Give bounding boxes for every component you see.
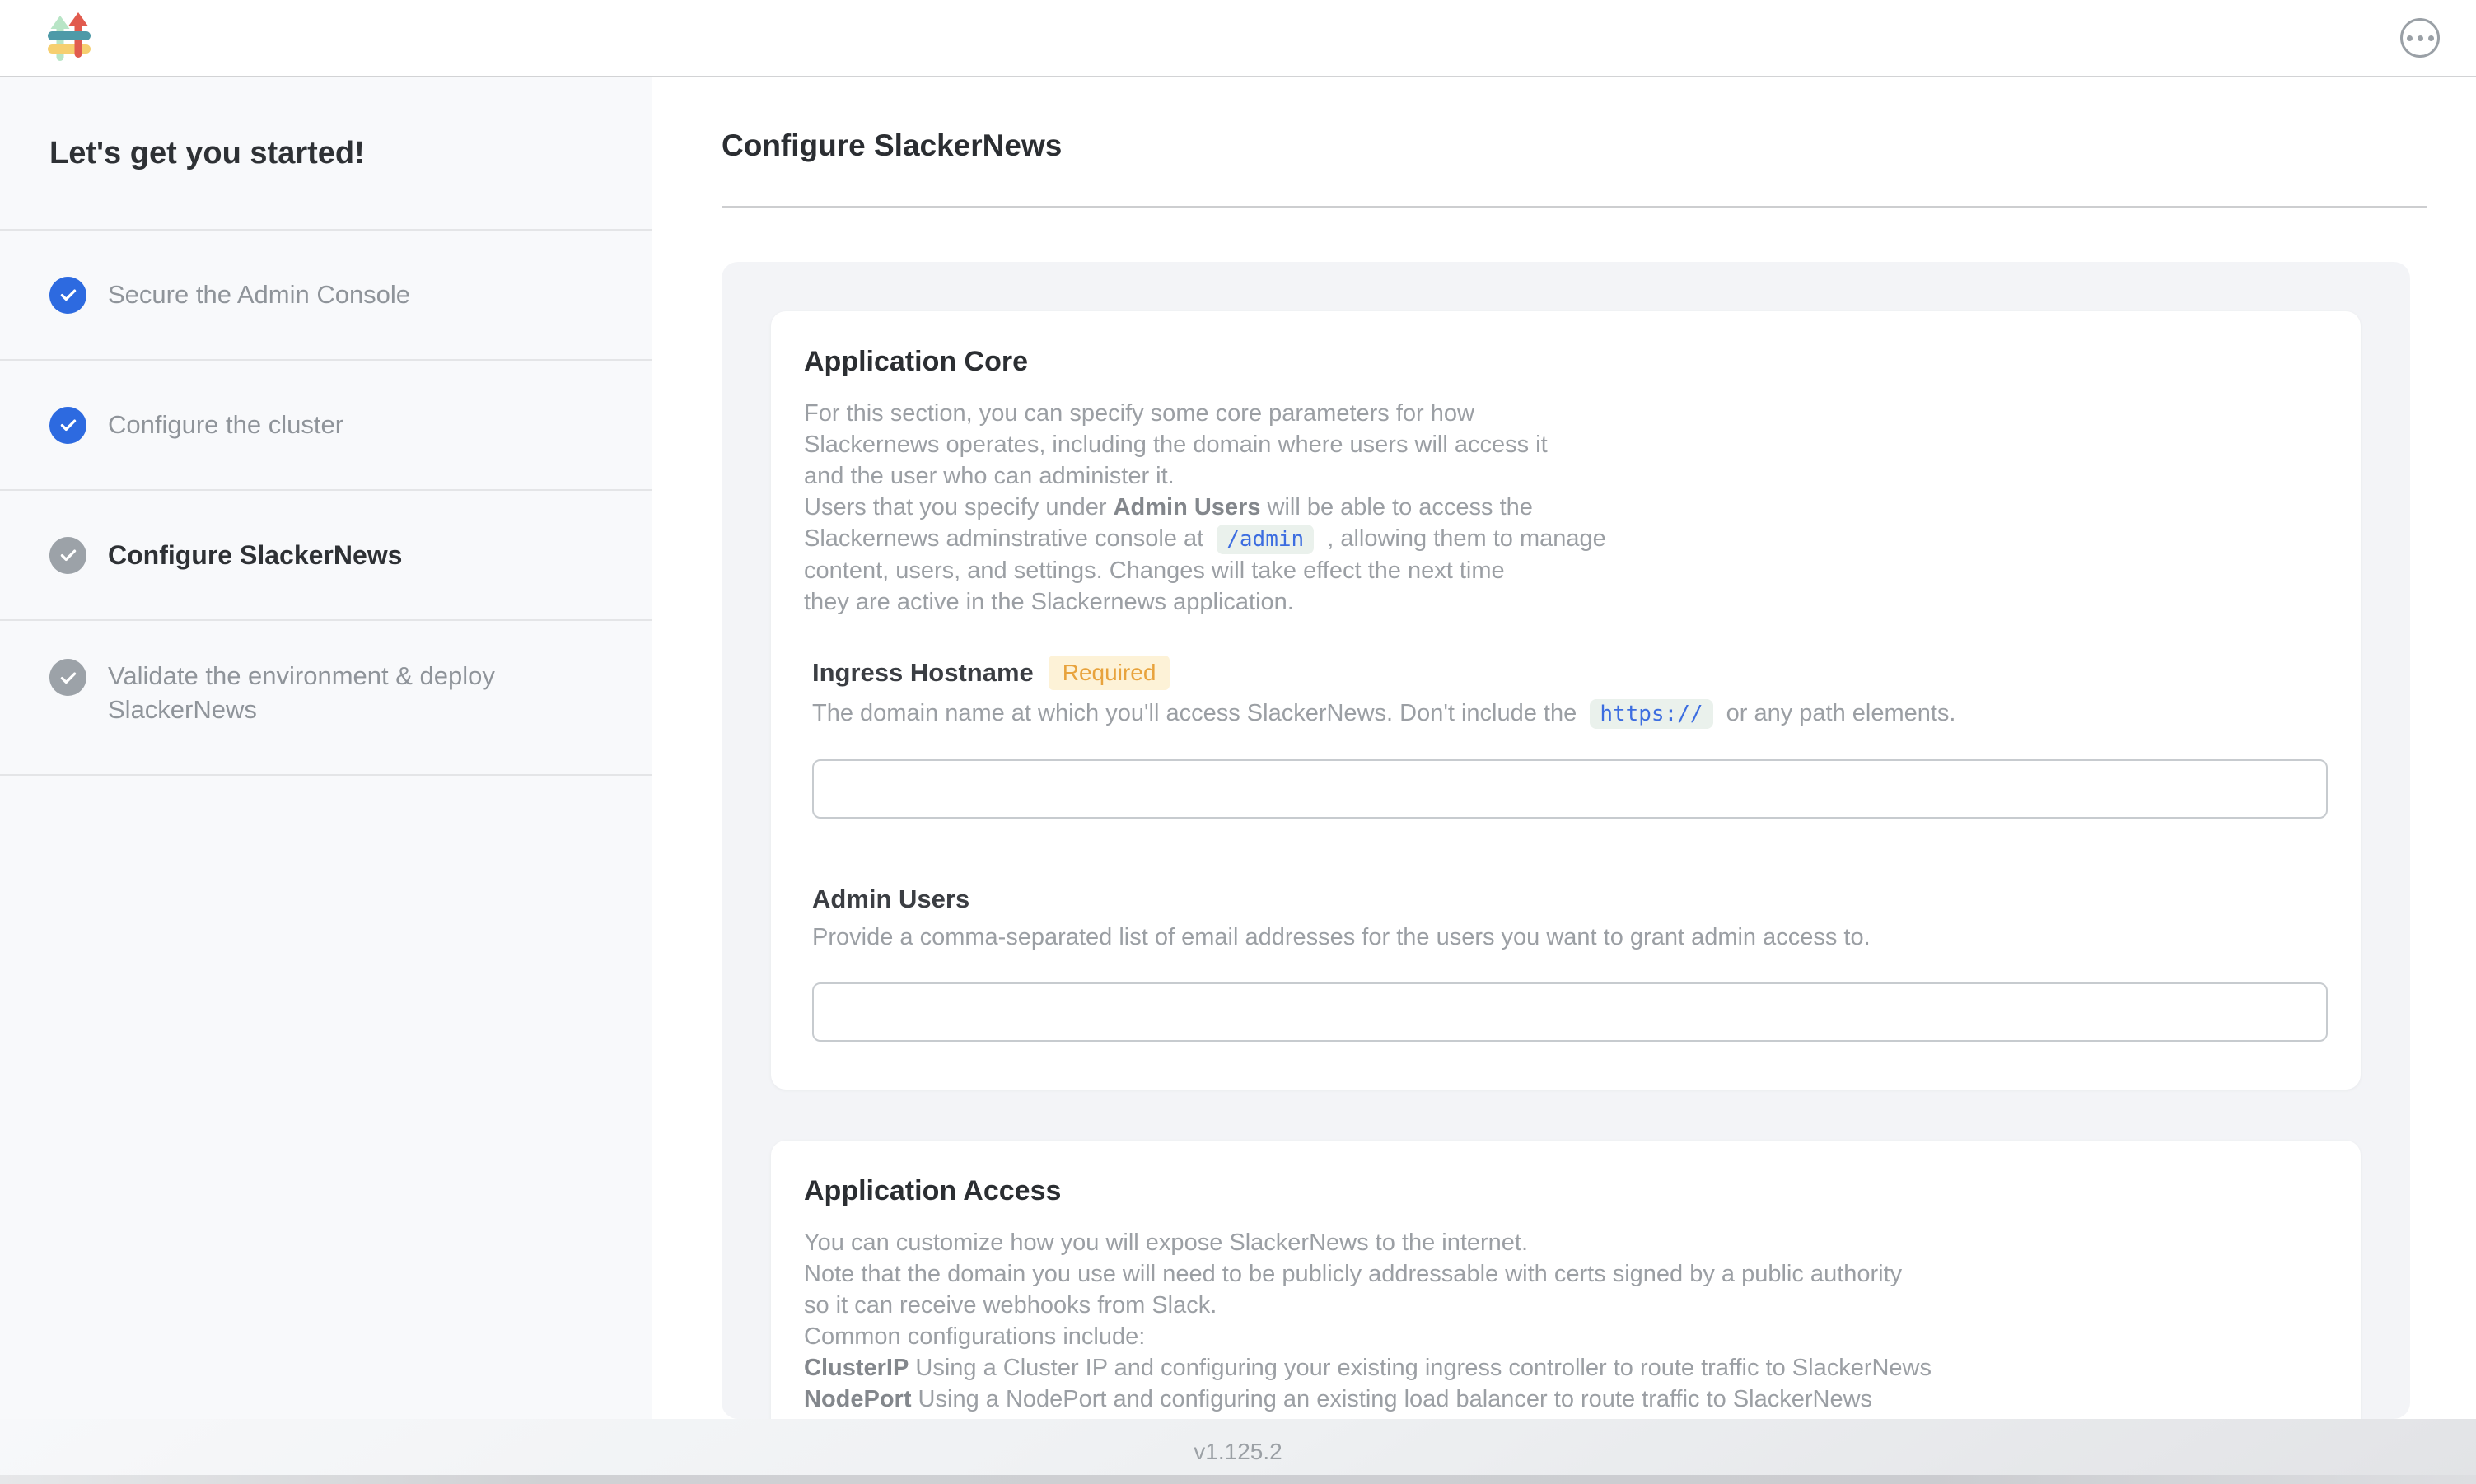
slackernews-logo-icon: [46, 12, 92, 64]
content-row: Let's get you started! Secure the Admin …: [0, 77, 2476, 1419]
ingress-hostname-field: Ingress Hostname Required The domain nam…: [804, 656, 2328, 819]
page-title: Configure SlackerNews: [722, 128, 2427, 163]
setup-steps-sidebar: Let's get you started! Secure the Admin …: [0, 77, 652, 1419]
field-label-row: Admin Users: [812, 884, 2328, 914]
admin-users-input[interactable]: [812, 982, 2328, 1042]
version-text: v1.125.2: [1194, 1439, 1282, 1465]
ingress-hostname-input[interactable]: [812, 759, 2328, 819]
step-label: Validate the environment & deploy Slacke…: [108, 659, 569, 726]
card-description: For this section, you can specify some c…: [804, 398, 2328, 618]
ingress-hostname-label: Ingress Hostname: [812, 658, 1034, 688]
top-bar: [0, 0, 2476, 77]
required-badge: Required: [1049, 656, 1170, 690]
card-description: You can customize how you will expose Sl…: [804, 1227, 2328, 1419]
application-access-card: Application Access You can customize how…: [771, 1141, 2361, 1419]
check-icon: [49, 277, 86, 314]
card-title: Application Core: [804, 346, 2328, 378]
check-icon: [49, 407, 86, 444]
step-label: Configure the cluster: [108, 410, 343, 440]
step-label: Secure the Admin Console: [108, 280, 410, 310]
field-label-row: Ingress Hostname Required: [812, 656, 2328, 690]
config-main-panel: Configure SlackerNews Application Core F…: [652, 77, 2476, 1419]
check-icon: [49, 537, 86, 574]
title-divider: [722, 206, 2427, 208]
version-footer: v1.125.2: [0, 1419, 2476, 1484]
sidebar-step-configure-cluster[interactable]: Configure the cluster: [0, 361, 652, 491]
sidebar-step-validate-and-deploy[interactable]: Validate the environment & deploy Slacke…: [0, 621, 652, 776]
page: Let's get you started! Secure the Admin …: [0, 0, 2476, 1484]
application-core-card: Application Core For this section, you c…: [771, 311, 2361, 1090]
admin-users-label: Admin Users: [812, 884, 969, 914]
sidebar-step-secure-admin-console[interactable]: Secure the Admin Console: [0, 231, 652, 361]
step-label: Configure SlackerNews: [108, 540, 402, 571]
ellipsis-menu-icon: [2407, 35, 2413, 41]
config-groups-container: Application Core For this section, you c…: [722, 262, 2410, 1419]
overflow-menu-button[interactable]: [2400, 18, 2440, 58]
sidebar-heading: Let's get you started!: [0, 77, 652, 231]
check-icon: [49, 659, 86, 696]
card-title: Application Access: [804, 1175, 2328, 1207]
ingress-hostname-help: The domain name at which you'll access S…: [812, 698, 2328, 730]
admin-users-help: Provide a comma-separated list of email …: [812, 922, 2328, 953]
sidebar-step-configure-slackernews[interactable]: Configure SlackerNews: [0, 491, 652, 621]
admin-users-field: Admin Users Provide a comma-separated li…: [804, 884, 2328, 1042]
